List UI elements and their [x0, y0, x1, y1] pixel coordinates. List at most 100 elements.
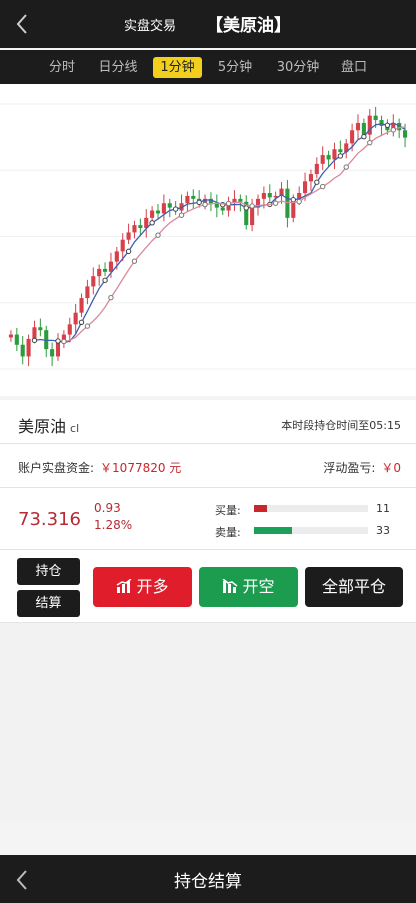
fund-info: 账户实盘资金: ￥1077820 元 [18, 459, 181, 476]
quote-row: 73.316 0.93 1.28% 买量: 11 卖量: 33 [0, 488, 416, 550]
product-code: cl [70, 422, 80, 435]
moving-average-point [108, 294, 114, 301]
tab-5min[interactable]: 5分钟 [211, 57, 259, 78]
candle-body [161, 203, 166, 214]
buy-volume-fill [254, 505, 267, 512]
candle-body [267, 193, 272, 198]
candle-body [332, 149, 337, 160]
actions-row: 持仓 结算 开多 开空 全部平仓 [0, 550, 416, 623]
candle-body [150, 210, 155, 218]
moving-average-point [249, 203, 255, 209]
moving-average-point [172, 206, 179, 212]
candle-body [303, 181, 308, 194]
candle-body [167, 203, 172, 208]
moving-average-point [178, 212, 185, 218]
tab-1min[interactable]: 1分钟 [153, 57, 202, 78]
moving-average-point [102, 277, 108, 283]
open-short-button[interactable]: 开空 [199, 567, 298, 607]
moving-average-point [314, 179, 320, 185]
back-icon[interactable] [10, 10, 34, 38]
candle-body [238, 198, 243, 202]
kline-chart[interactable] [0, 84, 416, 396]
tab-orderbook[interactable]: 盘口 [335, 57, 373, 78]
moving-average-point [125, 248, 132, 255]
moving-average-point [196, 199, 202, 206]
candle-body [250, 207, 255, 226]
top-header: 实盘交易 【美原油】 [0, 0, 416, 48]
candle-body [373, 115, 378, 121]
candle-body [355, 122, 361, 131]
buy-volume-count: 11 [376, 502, 390, 515]
candle-body [314, 163, 319, 175]
candle-body [103, 268, 108, 272]
candle-body [32, 327, 37, 339]
candle-body [326, 155, 331, 160]
position-button[interactable]: 持仓 [17, 558, 80, 585]
positions-empty-area [0, 623, 416, 823]
open-long-button[interactable]: 开多 [93, 567, 192, 607]
moving-average-line [63, 126, 406, 343]
candle-body [114, 251, 119, 262]
moving-average-point [337, 153, 344, 159]
candle-body [132, 225, 137, 233]
candle-body [285, 188, 290, 218]
tab-daily[interactable]: 日分线 [94, 57, 142, 78]
moving-average-point [149, 220, 155, 226]
page-title: 【美原油】 [206, 16, 291, 36]
moving-average-point [343, 164, 349, 170]
change-percent: 1.28% [94, 518, 133, 532]
settle-button[interactable]: 结算 [17, 590, 80, 617]
candle-body [155, 210, 161, 214]
sell-volume-label: 卖量: [215, 526, 241, 539]
candle-body [91, 276, 96, 287]
fund-label: 账户实盘资金: [18, 461, 95, 475]
moving-average-point [361, 133, 367, 140]
moving-average-point [61, 338, 67, 345]
moving-average-point [272, 200, 279, 206]
product-name: 美原油 cl [18, 417, 80, 436]
moving-average-line [34, 122, 406, 344]
candle-body [38, 327, 43, 331]
moving-average-point [390, 127, 396, 133]
pl-info: 浮动盈亏: ￥0 [323, 459, 401, 476]
candle-body [308, 174, 313, 182]
current-price: 73.316 [18, 509, 81, 530]
kline-svg [0, 103, 416, 370]
candle-body [97, 268, 102, 277]
open-short-label: 开空 [242, 577, 275, 596]
moving-average-point [225, 200, 232, 207]
tab-fenshi[interactable]: 分时 [43, 57, 81, 78]
candle-body [67, 324, 72, 335]
header-subtitle: 实盘交易 [124, 19, 177, 34]
candle-body [220, 207, 225, 211]
moving-average-point [84, 323, 91, 329]
candle-body [320, 155, 325, 164]
screen: 实盘交易 【美原油】 分时 日分线 1分钟 5分钟 30分钟 盘口 美原油 cl … [0, 0, 416, 903]
moving-average-point [155, 232, 161, 238]
period-tabs: 分时 日分线 1分钟 5分钟 30分钟 盘口 [0, 50, 416, 84]
tab-30min[interactable]: 30分钟 [270, 57, 326, 78]
candle-body [361, 122, 366, 135]
sell-volume-bar [254, 527, 368, 534]
candle-body [191, 195, 196, 199]
moving-average-point [384, 122, 391, 129]
moving-average-point [367, 139, 373, 146]
fund-value: ￥1077820 元 [100, 461, 182, 475]
candle-body [79, 298, 84, 313]
moving-average-point [31, 337, 38, 344]
sell-volume-fill [254, 527, 292, 534]
candle-body [403, 130, 408, 138]
candle-body [185, 195, 190, 204]
buy-volume-label: 买量: [215, 504, 241, 517]
candle-body [120, 239, 125, 252]
sell-volume-count: 33 [376, 524, 390, 537]
pl-value: ￥0 [381, 461, 401, 475]
moving-average-point [202, 201, 208, 208]
moving-average-point [320, 183, 326, 190]
pl-label: 浮动盈亏: [323, 461, 376, 475]
close-all-button[interactable]: 全部平仓 [305, 567, 403, 607]
moving-average-point [290, 197, 296, 203]
moving-average-point [55, 338, 61, 344]
moving-average-point [243, 205, 249, 211]
moving-average-point [78, 319, 85, 326]
